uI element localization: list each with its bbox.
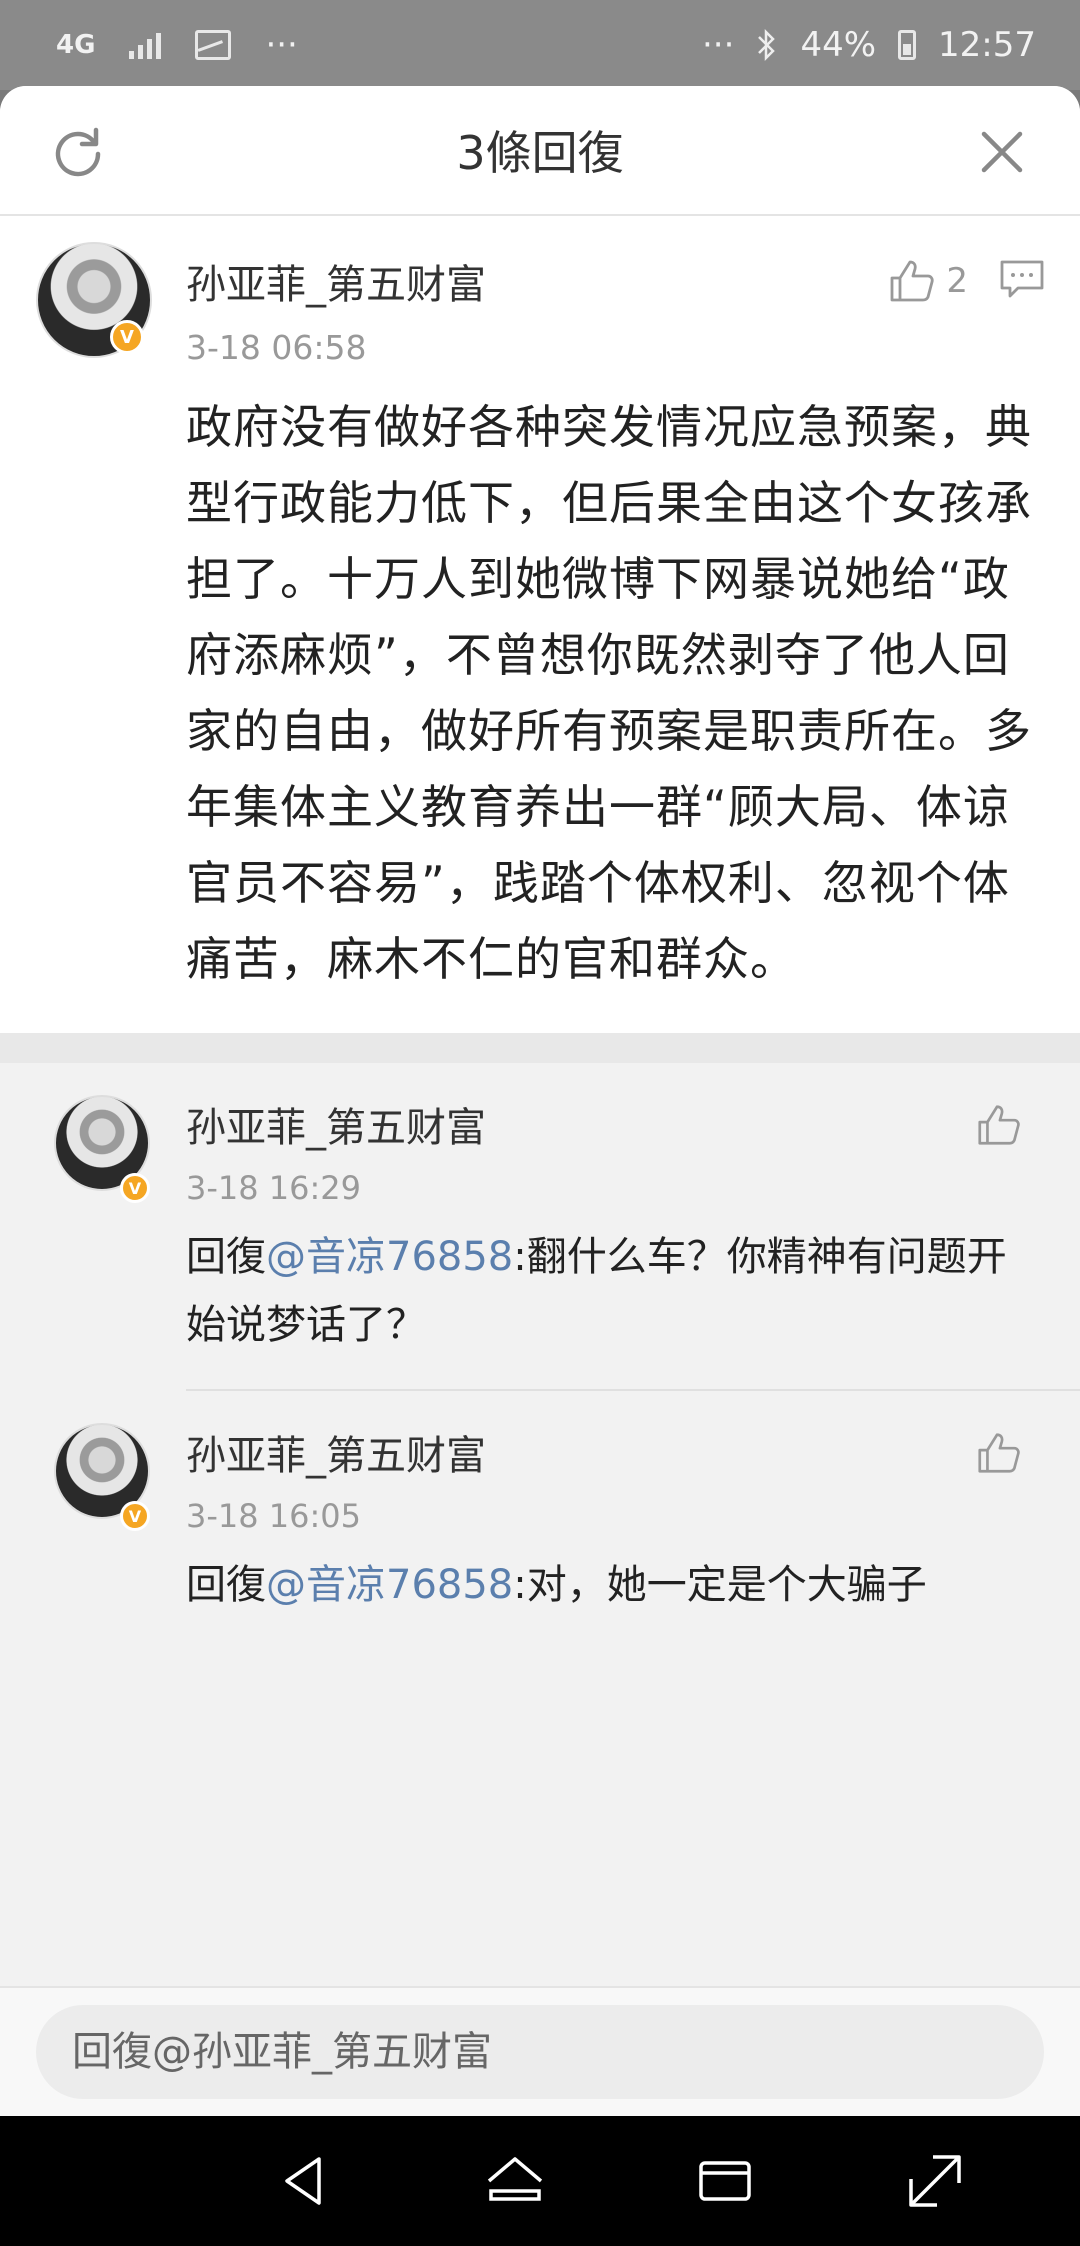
reply-prefix: 回復 [186,1234,266,1280]
reply-comment-button[interactable] [998,256,1046,306]
like-button[interactable] [974,1429,1022,1477]
recents-icon [699,2161,751,2201]
username[interactable]: 孙亚菲_第五财富 [186,1095,1040,1153]
like-button[interactable] [974,1101,1022,1149]
verified-badge-icon: V [110,320,144,354]
sheet-title: 3條回復 [456,126,624,180]
nav-home-button[interactable] [483,2149,547,2213]
status-bar-left: 4G ··· [56,25,298,65]
reply-text: 回復@音凉76858:翻什么车？你精神有问题开始说梦话了？ [186,1223,1040,1359]
reply-prefix: 回復 [186,1562,266,1608]
navigation-bar [0,2116,1080,2246]
reply-item[interactable]: V 孙亚菲_第五财富 3-18 16:29 回復@音凉76858:翻什么车？你精… [0,1063,1080,1389]
timestamp: 3-18 16:05 [186,1497,362,1535]
comment-actions: 2 [886,256,1046,306]
more-notifications: ··· [265,25,298,65]
timestamp: 3-18 06:58 [186,328,367,367]
clock: 12:57 [938,25,1036,65]
close-icon [981,131,1023,173]
status-bar: 4G ··· ··· 44% 12:57 [0,0,1080,90]
timestamp: 3-18 16:29 [186,1169,362,1207]
replies-sheet: 3條回復 V 孙亚菲_第五财富 3-18 06:58 政府没有做好各种突发情况应… [0,86,1080,2116]
mention-link[interactable]: @音凉76858 [266,1234,513,1280]
section-divider [0,1033,1080,1063]
comment-text: 政府没有做好各种突发情况应急预案，典型行政能力低下，但后果全由这个女孩承担了。十… [186,400,1032,986]
main-comment: V 孙亚菲_第五财富 3-18 06:58 政府没有做好各种突发情况应急预案，典… [0,216,1080,1033]
battery-icon [898,30,917,60]
like-button[interactable]: 2 [886,256,968,306]
thumbs-up-icon [978,1105,1020,1145]
sheet-header: 3條回復 [0,86,1080,216]
like-count: 2 [946,261,968,301]
close-button[interactable] [974,124,1030,180]
nav-recents-button[interactable] [693,2149,757,2213]
nav-expand-button[interactable] [903,2149,967,2213]
image-notification-icon [195,30,232,60]
expand-icon [909,2155,961,2207]
reply-body: :对，她一定是个大骗子 [513,1562,927,1608]
network-type: 4G [56,30,96,60]
thumbs-up-icon [978,1433,1020,1473]
refresh-button[interactable] [50,124,106,180]
username[interactable]: 孙亚菲_第五财富 [186,1423,1040,1481]
reply-text: 回復@音凉76858:对，她一定是个大骗子 [186,1551,1040,1619]
reply-item[interactable]: V 孙亚菲_第五财富 3-18 16:05 回復@音凉76858:对，她一定是个… [0,1391,1080,1649]
reply-input-bar [0,1986,1080,2116]
mention-link[interactable]: @音凉76858 [266,1562,513,1608]
more-status: ··· [702,25,735,65]
back-triangle-icon [285,2157,321,2205]
home-icon [487,2157,543,2201]
battery-percent: 44% [800,25,877,65]
signal-icon [129,31,162,59]
nav-back-button[interactable] [273,2149,337,2213]
verified-badge-icon: V [120,1173,150,1203]
reply-input[interactable] [36,2005,1044,2099]
refresh-icon [55,127,101,177]
thumbs-up-icon [890,260,934,302]
comment-icon [1000,260,1044,298]
verified-badge-icon: V [120,1501,150,1531]
status-bar-right: ··· 44% 12:57 [702,25,1036,65]
bluetooth-icon [756,28,778,62]
